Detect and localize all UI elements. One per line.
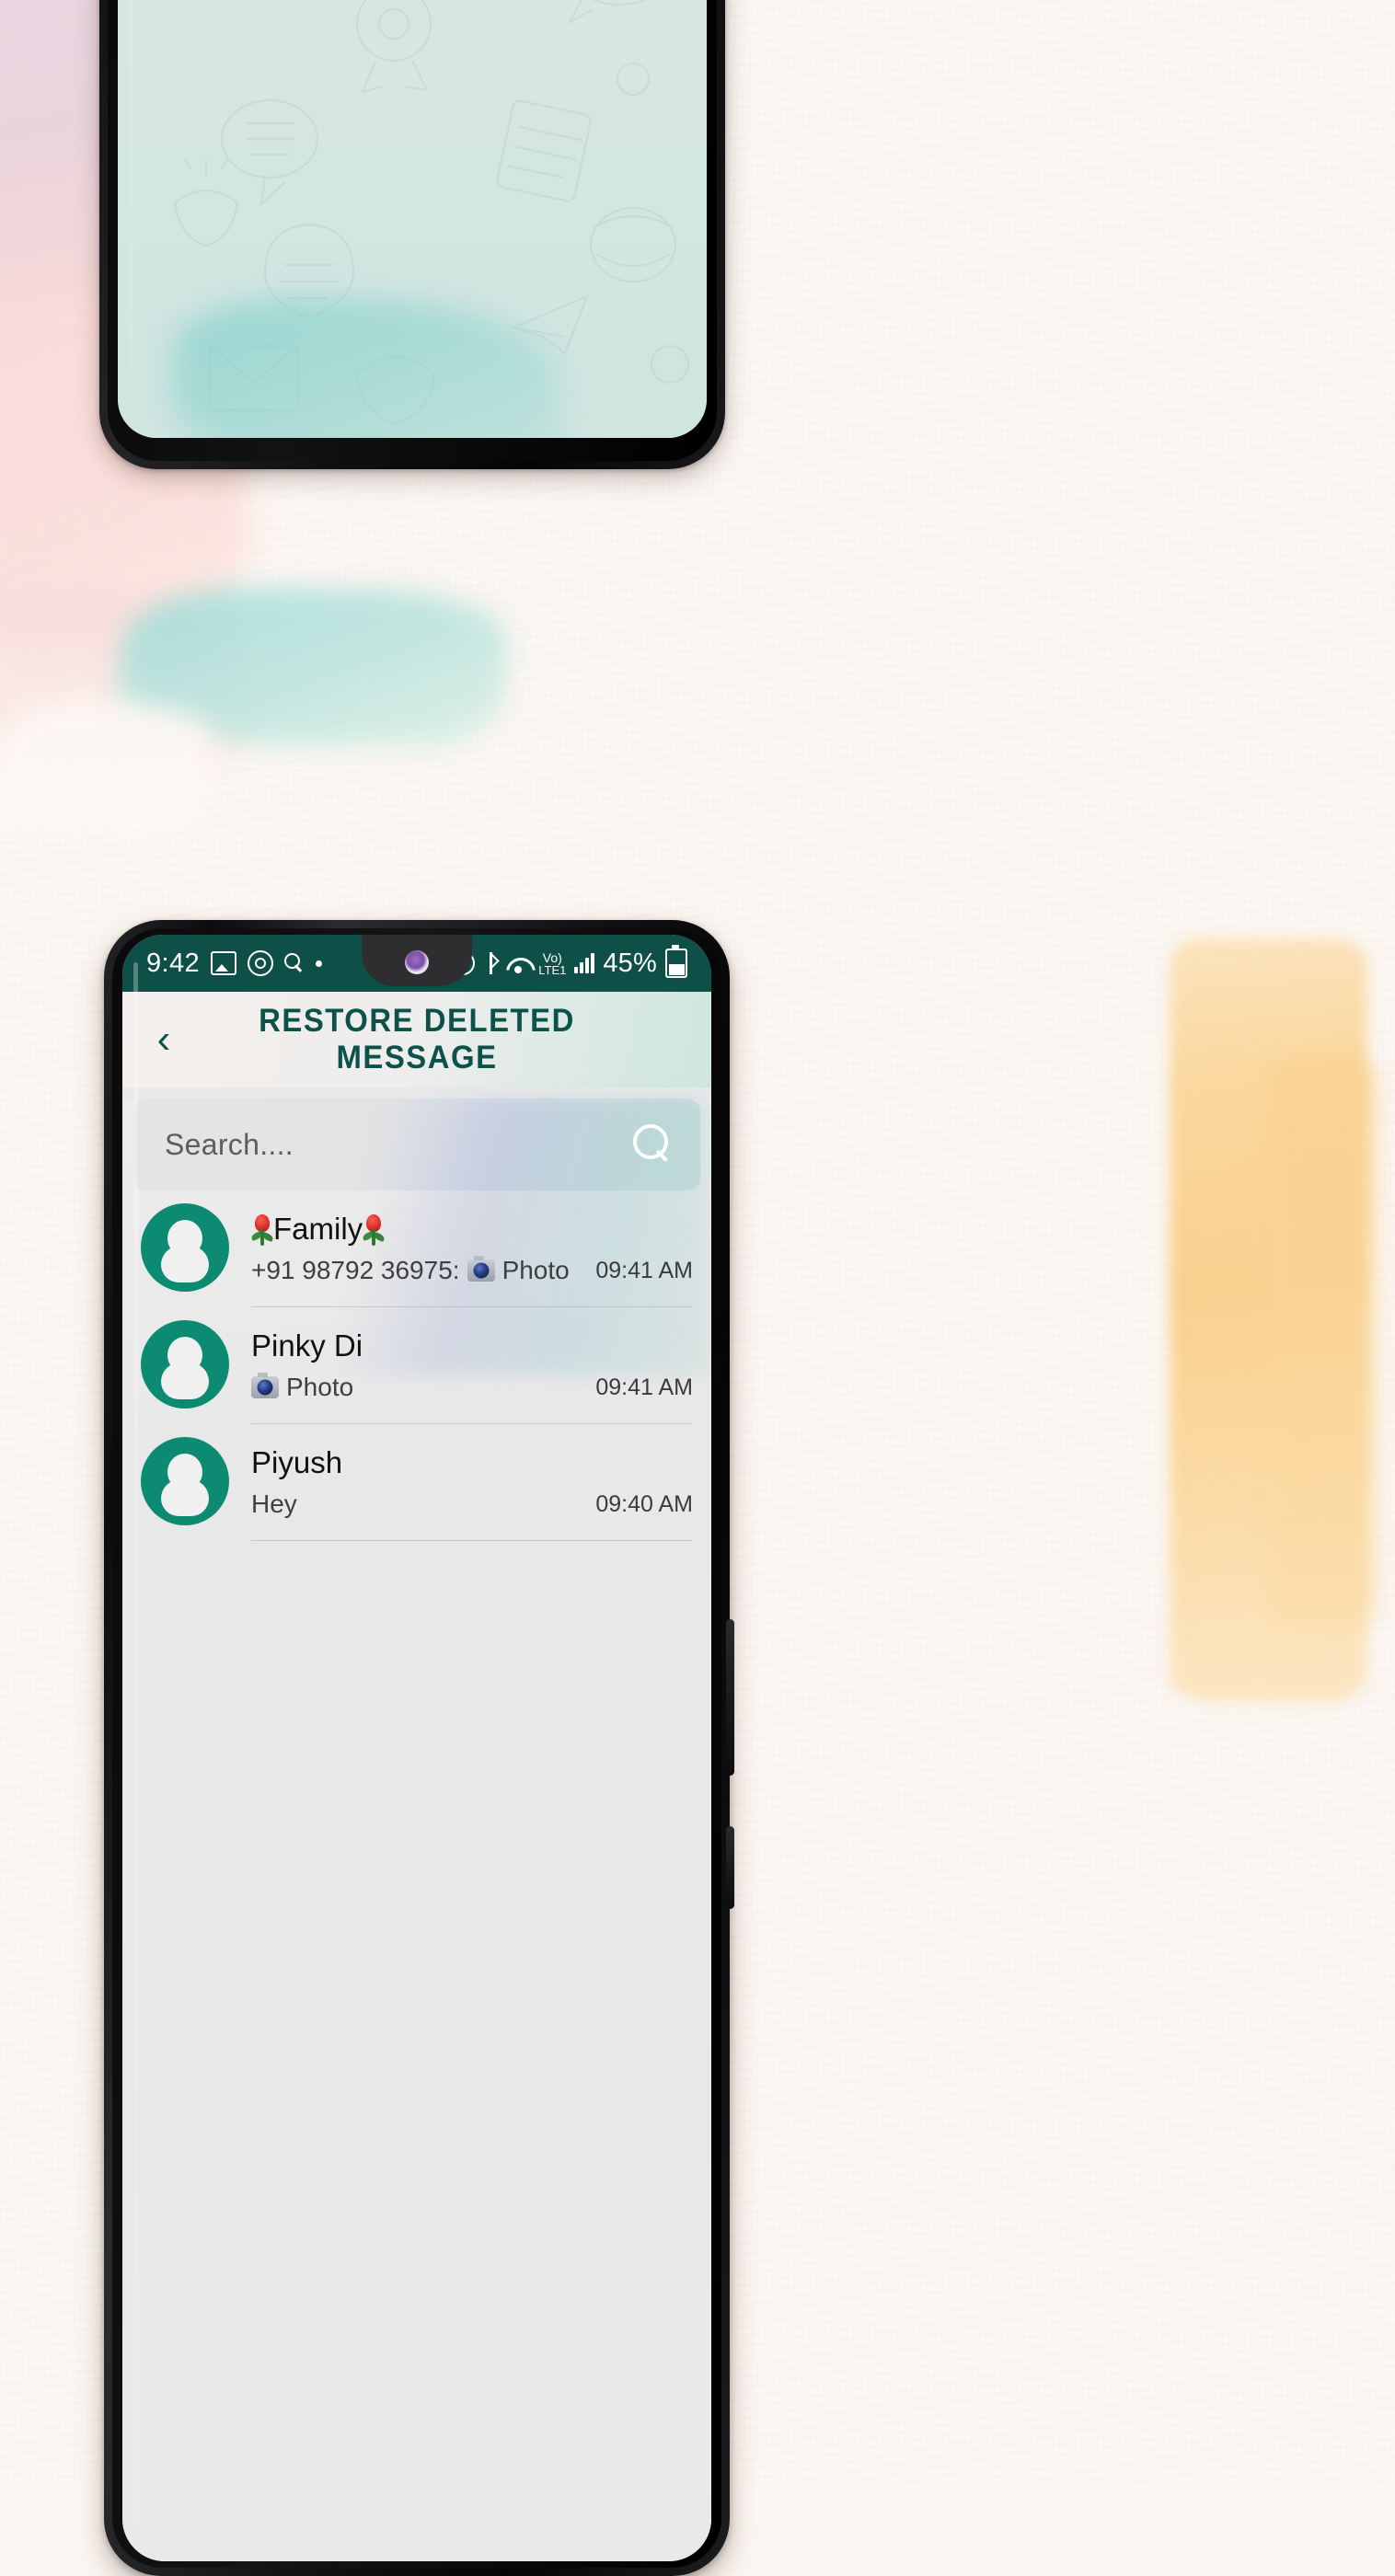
camera-icon [467, 1255, 495, 1282]
avatar [141, 1203, 229, 1292]
status-bar-left: 9:42 [146, 948, 323, 979]
chat-timestamp: 09:41 AM [595, 1374, 693, 1400]
avatar [141, 1320, 229, 1409]
camera-icon [251, 1372, 279, 1398]
rose-icon [362, 1214, 386, 1247]
list-item[interactable]: Pinky Di Photo 09:41 AM [122, 1307, 711, 1409]
list-item[interactable]: Piyush Hey 09:40 AM [122, 1424, 711, 1525]
watercolor-white [0, 699, 212, 828]
battery-percent-label: 45% [603, 948, 657, 978]
search-input[interactable]: Search.... [165, 1128, 630, 1162]
wifi-icon [506, 954, 530, 973]
chat-preview: Photo [251, 1372, 595, 1402]
chat-preview: Hey [251, 1489, 595, 1519]
watercolor-orange-brush-inner [1268, 1058, 1378, 1628]
chat-name-text: Pinky Di [251, 1328, 363, 1363]
page-title: RESTORE DELETED MESSAGE [259, 1003, 575, 1075]
search-bar[interactable]: Search.... [133, 1098, 700, 1190]
chat-wallpaper [118, 0, 707, 438]
chat-preview-text: Photo [286, 1372, 354, 1401]
phone-bottom-screen: 9:42 Vo) LTE1 45% ‹ RESTORE DELETED MESS… [122, 935, 711, 2561]
app-header: ‹ RESTORE DELETED MESSAGE [122, 992, 711, 1087]
chat-name: Piyush [251, 1445, 595, 1480]
back-button[interactable]: ‹ [143, 1018, 185, 1061]
chat-name-text: Family [273, 1212, 363, 1247]
volume-button[interactable] [726, 1619, 734, 1776]
phone-mockup-bottom: 9:42 Vo) LTE1 45% ‹ RESTORE DELETED MESS… [104, 920, 734, 2576]
battery-icon [665, 945, 687, 978]
dot-icon [316, 960, 323, 967]
phone-top-screen: What's up? 09:36 AM All good 09:37 AM De… [118, 0, 707, 438]
chat-name: Family [250, 1212, 595, 1247]
list-item[interactable]: Family +91 98792 36975: Photo 09:41 AM [122, 1190, 711, 1292]
volte-icon: Vo) LTE1 [538, 951, 566, 976]
music-disc-icon [248, 950, 274, 976]
chat-preview-text: Hey [251, 1489, 297, 1518]
volte-label: Vo) [542, 949, 562, 965]
app-body: Search.... Family +91 98792 36975: Photo… [122, 1098, 711, 2561]
phone-mockup-top: What's up? 09:36 AM All good 09:37 AM De… [99, 0, 725, 469]
chat-timestamp: 09:41 AM [595, 1258, 693, 1283]
chat-name: Pinky Di [251, 1328, 595, 1363]
search-icon[interactable] [630, 1122, 674, 1167]
rose-icon [250, 1214, 274, 1247]
power-button[interactable] [726, 1826, 734, 1909]
status-bar-clock: 9:42 [146, 948, 201, 978]
chat-preview-sender: +91 98792 36975: [251, 1255, 460, 1284]
front-camera-icon [405, 950, 429, 974]
chat-preview: +91 98792 36975: Photo [251, 1255, 595, 1285]
photo-icon [211, 951, 237, 975]
list-divider [251, 1540, 693, 1541]
signal-bars-icon [574, 953, 595, 973]
volte-sub-label: LTE1 [538, 962, 567, 977]
status-bar: 9:42 Vo) LTE1 45% [122, 935, 711, 992]
chat-timestamp: 09:40 AM [595, 1491, 693, 1517]
chat-list: Family +91 98792 36975: Photo 09:41 AM P… [122, 1190, 711, 1541]
search-icon [284, 953, 305, 973]
chat-preview-text: Photo [502, 1255, 570, 1284]
avatar [141, 1437, 229, 1525]
chat-name-text: Piyush [251, 1445, 343, 1480]
